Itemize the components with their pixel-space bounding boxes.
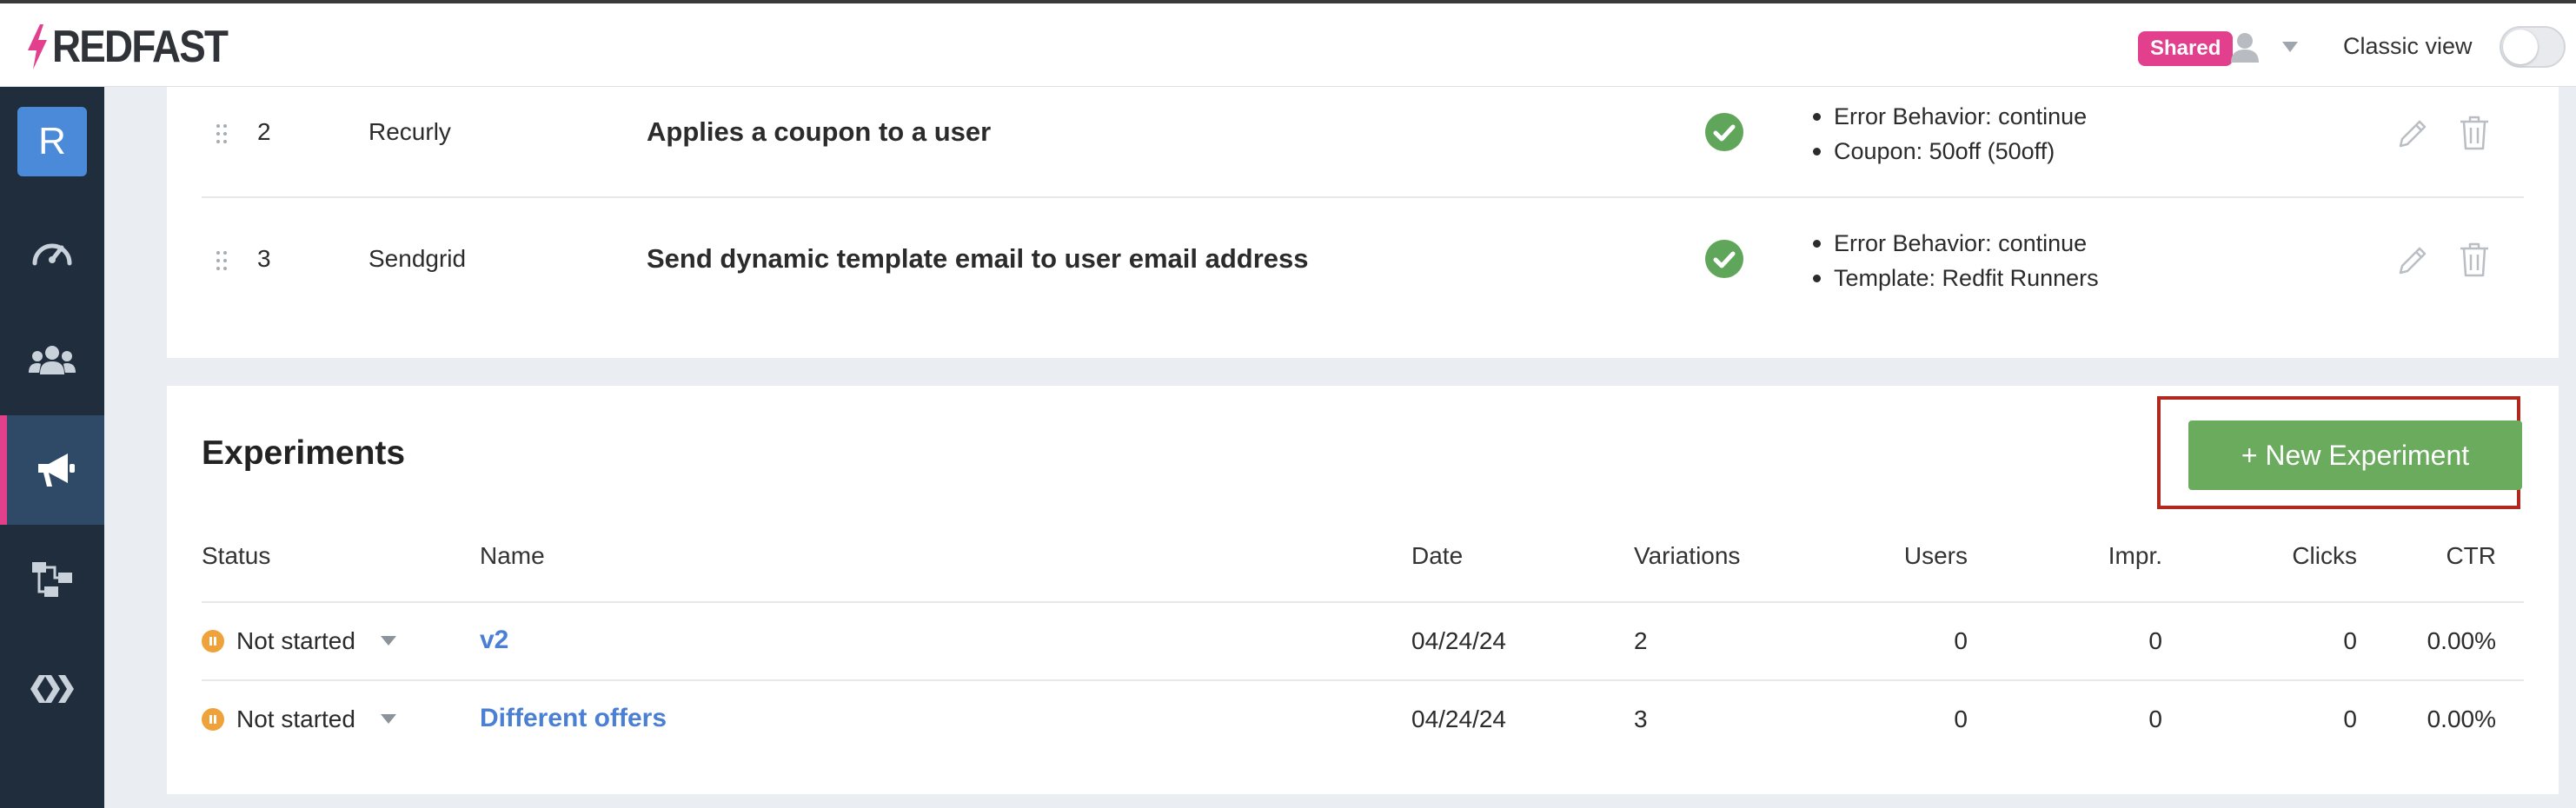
sidebar-item-users[interactable]	[0, 306, 104, 415]
shared-badge: Shared	[2138, 31, 2234, 66]
experiment-users: 0	[1954, 627, 1968, 654]
edit-pencil-icon[interactable]	[2395, 243, 2430, 278]
sidebar: R	[0, 87, 104, 808]
action-title: Send dynamic template email to user emai…	[647, 243, 1309, 274]
detail-item: Coupon: 50off (50off)	[1809, 134, 2087, 169]
detail-item: Error Behavior: continue	[1809, 226, 2099, 261]
experiment-variations: 3	[1634, 705, 1648, 732]
column-header-date[interactable]: Date	[1411, 542, 1463, 570]
experiment-name-link[interactable]: Different offers	[480, 704, 667, 733]
column-header-clicks[interactable]: Clicks	[2253, 542, 2357, 570]
user-icon[interactable]	[2229, 31, 2261, 63]
experiment-clicks: 0	[2343, 705, 2357, 732]
column-header-users[interactable]: Users	[1863, 542, 1968, 570]
experiment-impressions: 0	[2148, 627, 2162, 654]
drag-handle-icon[interactable]	[216, 250, 228, 271]
top-bar: REDFAST Shared Classic view	[0, 0, 2576, 87]
column-header-variations[interactable]: Variations	[1634, 542, 1740, 570]
experiment-users: 0	[1954, 705, 1968, 732]
sidebar-item-dashboard[interactable]	[0, 196, 104, 306]
actions-card: 2 Recurly Applies a coupon to a user Err…	[167, 87, 2559, 358]
action-index: 3	[257, 245, 271, 272]
experiment-date: 04/24/24	[1411, 627, 1506, 654]
check-circle-icon	[1705, 240, 1743, 278]
row-divider	[202, 196, 2524, 198]
action-index: 2	[257, 118, 271, 145]
detail-item: Error Behavior: continue	[1809, 99, 2087, 134]
chevrons-icon	[30, 675, 74, 703]
lightning-bolt-icon	[28, 24, 47, 70]
drag-handle-icon[interactable]	[216, 123, 228, 144]
action-integration: Recurly	[368, 118, 451, 145]
row-divider	[202, 601, 2524, 603]
column-header-ctr[interactable]: CTR	[2392, 542, 2496, 570]
sidebar-item-integrations[interactable]	[0, 634, 104, 744]
status-dropdown-caret-icon[interactable]	[381, 636, 396, 646]
trash-icon[interactable]	[2458, 242, 2491, 278]
action-integration: Sendgrid	[368, 245, 467, 272]
paused-status-icon	[202, 708, 224, 731]
sidebar-item-campaigns[interactable]	[0, 415, 104, 525]
experiment-status: Not started	[236, 627, 355, 654]
status-dropdown-caret-icon[interactable]	[381, 714, 396, 724]
classic-view-label: Classic view	[2343, 33, 2473, 59]
sidebar-item-account[interactable]: R	[0, 87, 104, 196]
experiment-name-link[interactable]: v2	[480, 626, 508, 655]
experiment-clicks: 0	[2343, 627, 2357, 654]
sidebar-item-flows[interactable]	[0, 525, 104, 634]
experiment-date: 04/24/24	[1411, 705, 1506, 732]
column-header-name[interactable]: Name	[480, 542, 545, 570]
users-icon	[29, 346, 76, 374]
experiment-status: Not started	[236, 705, 355, 732]
account-avatar: R	[17, 107, 87, 176]
detail-item: Template: Redfit Runners	[1809, 261, 2099, 295]
column-header-impr[interactable]: Impr.	[2058, 542, 2162, 570]
new-experiment-button[interactable]: + New Experiment	[2188, 421, 2522, 490]
experiment-ctr: 0.00%	[2427, 705, 2496, 732]
experiment-ctr: 0.00%	[2427, 627, 2496, 654]
action-details: Error Behavior: continue Template: Redfi…	[1809, 226, 2099, 295]
redfast-logo[interactable]: REDFAST	[26, 19, 251, 75]
classic-view-toggle[interactable]	[2500, 26, 2566, 68]
chevron-down-icon[interactable]	[2281, 40, 2300, 54]
paused-status-icon	[202, 630, 224, 652]
dashboard-gauge-icon	[32, 243, 72, 266]
action-title: Applies a coupon to a user	[647, 116, 992, 147]
edit-pencil-icon[interactable]	[2395, 116, 2430, 151]
check-circle-icon	[1705, 113, 1743, 151]
experiment-variations: 2	[1634, 627, 1648, 654]
experiments-card: Experiments + New Experiment Status Name…	[167, 386, 2559, 794]
row-divider	[202, 679, 2524, 681]
action-details: Error Behavior: continue Coupon: 50off (…	[1809, 99, 2087, 169]
column-header-status[interactable]: Status	[202, 542, 270, 570]
experiment-impressions: 0	[2148, 705, 2162, 732]
flow-diagram-icon	[32, 562, 72, 597]
brand-name: REDFAST	[52, 22, 229, 72]
trash-icon[interactable]	[2458, 115, 2491, 151]
megaphone-icon	[38, 454, 75, 487]
experiments-title: Experiments	[202, 434, 406, 472]
